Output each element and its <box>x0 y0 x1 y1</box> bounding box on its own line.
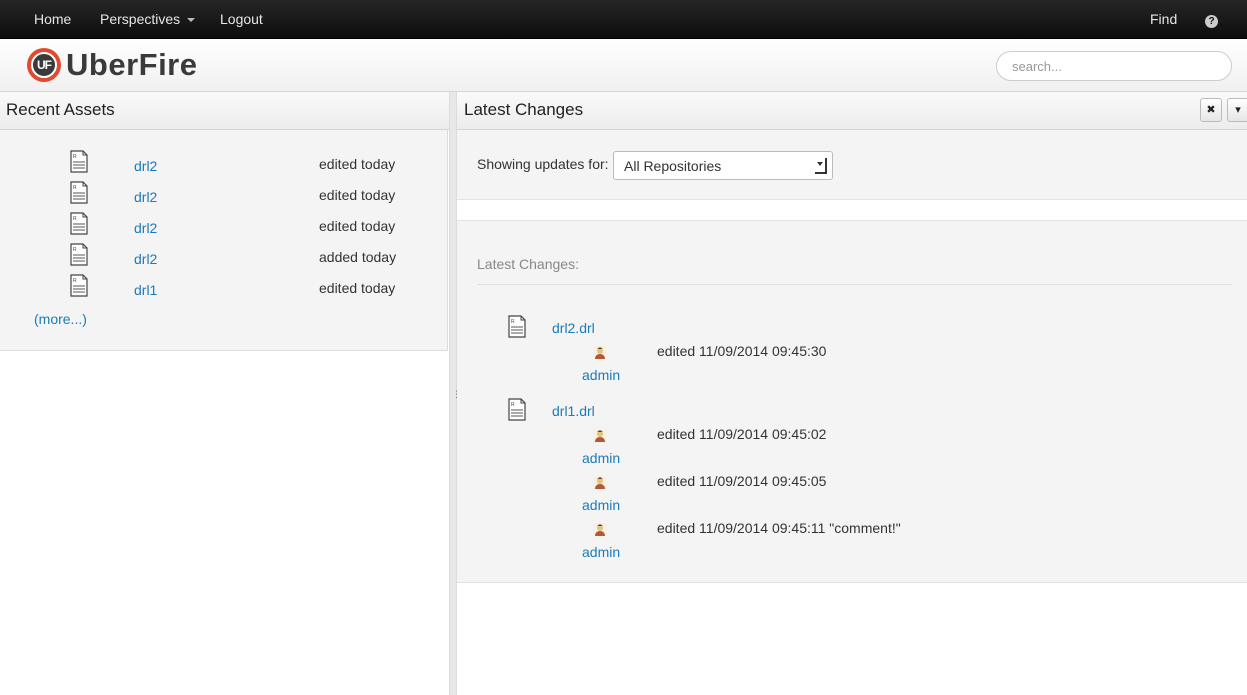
document-icon: R <box>70 212 88 235</box>
more-link[interactable]: (more...) <box>34 311 87 327</box>
asset-link[interactable]: drl1 <box>134 282 157 298</box>
panel-splitter[interactable]: ⋮ <box>449 92 461 695</box>
asset-status: edited today <box>319 156 396 172</box>
svg-text:R: R <box>73 154 77 160</box>
list-item: R drl1 edited today <box>0 273 448 304</box>
changes-heading: Latest Changes: <box>477 256 579 272</box>
svg-text:R: R <box>73 278 77 284</box>
close-icon: ✖ <box>1206 104 1216 116</box>
close-panel-button[interactable]: ✖ <box>1200 98 1222 122</box>
recent-assets-panel: Recent Assets R drl2 edited today R drl2… <box>0 92 449 695</box>
user-avatar-icon <box>593 346 607 360</box>
panel-title: Recent Assets <box>6 100 115 119</box>
nav-perspectives[interactable]: Perspectives <box>100 0 196 39</box>
chevron-down-icon <box>187 18 196 23</box>
asset-status: edited today <box>319 218 396 234</box>
recent-assets-header: Recent Assets <box>0 92 449 130</box>
svg-text:R: R <box>73 247 77 253</box>
list-item: R drl2 edited today <box>0 180 448 211</box>
latest-changes-panel: Latest Changes ✖ ▾ Showing updates for: … <box>457 92 1247 695</box>
nav-help[interactable]: ? <box>1205 0 1218 39</box>
panel-menu-button[interactable]: ▾ <box>1227 98 1247 122</box>
nav-find[interactable]: Find <box>1150 0 1177 39</box>
recent-assets-list: R drl2 edited today R drl2 edited today … <box>0 130 448 351</box>
repository-select[interactable]: All Repositories <box>613 151 833 180</box>
user-link[interactable]: admin <box>582 544 620 560</box>
document-icon: R <box>70 150 88 173</box>
panel-title: Latest Changes <box>464 100 584 119</box>
list-item: R drl2 edited today <box>0 149 448 180</box>
svg-text:R: R <box>73 216 77 222</box>
asset-link[interactable]: drl2 <box>134 158 157 174</box>
change-description: edited 11/09/2014 09:45:05 <box>657 473 827 489</box>
user-avatar-icon <box>593 523 607 537</box>
user-avatar-icon <box>593 476 607 490</box>
divider <box>477 284 1232 285</box>
list-item: R drl2 edited today <box>0 211 448 242</box>
svg-text:R: R <box>73 185 77 191</box>
uberfire-logo-icon: UF <box>27 48 61 82</box>
filter-label: Showing updates for: <box>477 156 609 172</box>
logo-initials: UF <box>31 52 57 78</box>
select-arrow-icon <box>815 158 827 174</box>
nav-home[interactable]: Home <box>34 0 71 39</box>
change-description: edited 11/09/2014 09:45:30 <box>657 343 827 359</box>
repository-select-value: All Repositories <box>624 158 722 174</box>
user-link[interactable]: admin <box>582 497 620 513</box>
changes-list: Latest Changes: R drl2.drl edited 11/09/… <box>457 220 1247 583</box>
document-icon: R <box>508 315 526 338</box>
list-item: R drl2 added today <box>0 242 448 273</box>
brand-name: UberFire <box>66 47 198 82</box>
file-link[interactable]: drl1.drl <box>552 403 595 419</box>
asset-status: edited today <box>319 280 396 296</box>
change-description: edited 11/09/2014 09:45:02 <box>657 426 827 442</box>
filter-bar: Showing updates for: All Repositories <box>457 130 1247 200</box>
change-description: edited 11/09/2014 09:45:11 "comment!" <box>657 520 901 536</box>
asset-link[interactable]: drl2 <box>134 189 157 205</box>
user-avatar-icon <box>593 429 607 443</box>
help-icon: ? <box>1205 15 1218 28</box>
document-icon: R <box>70 274 88 297</box>
document-icon: R <box>70 181 88 204</box>
file-link[interactable]: drl2.drl <box>552 320 595 336</box>
asset-status: edited today <box>319 187 396 203</box>
document-icon: R <box>508 398 526 421</box>
asset-status: added today <box>319 249 397 265</box>
search-input[interactable] <box>996 51 1232 81</box>
app-header: UF UberFire <box>0 39 1247 92</box>
nav-perspectives-label: Perspectives <box>100 11 181 27</box>
chevron-down-icon: ▾ <box>1235 104 1241 116</box>
user-link[interactable]: admin <box>582 367 620 383</box>
asset-link[interactable]: drl2 <box>134 251 157 267</box>
top-navbar: Home Perspectives Logout Find ? <box>0 0 1247 39</box>
document-icon: R <box>70 243 88 266</box>
svg-text:R: R <box>511 402 515 408</box>
asset-link[interactable]: drl2 <box>134 220 157 236</box>
latest-changes-header: Latest Changes ✖ ▾ <box>457 92 1247 130</box>
svg-text:R: R <box>511 319 515 325</box>
user-link[interactable]: admin <box>582 450 620 466</box>
nav-logout[interactable]: Logout <box>220 0 263 39</box>
